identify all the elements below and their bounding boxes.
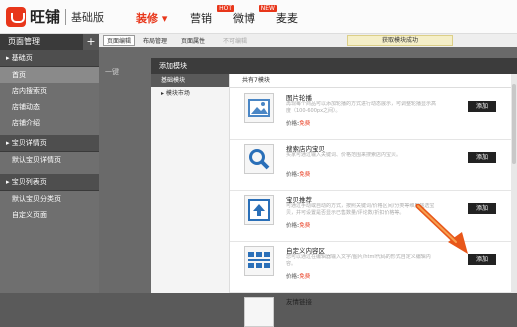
module-count: 共有7模块 <box>230 74 517 88</box>
top-bar: 旺铺 基础版 装修 ▾ 营销 HOT 微博 NEW 麦麦 <box>0 0 517 34</box>
module-name: 友情链接 <box>286 298 312 306</box>
grid-icon <box>244 246 274 276</box>
section-list[interactable]: ▸ 宝贝列表页 <box>0 174 99 191</box>
add-module-dialog: 添加模块 基础模块 ▸ 模块市场 共有7模块 图片轮播 再现每个商品可以添加轮播… <box>151 58 517 327</box>
new-badge: NEW <box>258 5 277 12</box>
tab-layout[interactable]: 布局管理 <box>143 36 167 45</box>
module-desc: 再现每个商品可以添加轮播的方式进行动态展示，可调整轮播显示高度（100-600p… <box>286 101 436 114</box>
add-button[interactable]: 添加 <box>468 254 496 265</box>
link-icon <box>244 297 274 327</box>
nav-weibo[interactable]: 微博 NEW <box>233 5 277 26</box>
brand-name: 旺铺 <box>30 8 61 26</box>
module-price: 价格:免费 <box>286 223 311 229</box>
section-basic[interactable]: ▸ 基础页 <box>0 50 99 67</box>
module-item: 宝贝推荐 可通过手动或自动的方式，按照关键词/价格区间/分类等维度挑选宝贝，并可… <box>230 191 517 242</box>
background-text: 一键 <box>105 68 119 76</box>
sidebar: 页面管理 + ▸ 基础页 首页 店内搜索页 店铺动态 店铺介绍 ▸ 宝贝详情页 默… <box>0 34 99 293</box>
sidebar-item-intro[interactable]: 店铺介绍 <box>0 115 99 131</box>
sidebar-item-custom-page[interactable]: 自定义页面 <box>0 207 99 223</box>
tab-readonly: 不可编辑 <box>223 38 248 45</box>
logo: 旺铺 基础版 <box>6 6 104 27</box>
upload-icon <box>244 195 274 225</box>
category-market[interactable]: ▸ 模块市场 <box>151 87 229 100</box>
dialog-sidebar: 基础模块 ▸ 模块市场 <box>151 74 230 293</box>
tab-props[interactable]: 页面属性 <box>181 36 205 45</box>
sidebar-item-default-detail[interactable]: 默认宝贝详情页 <box>0 152 99 168</box>
nav-marketing[interactable]: 营销 HOT <box>190 5 234 26</box>
module-list: 共有7模块 图片轮播 再现每个商品可以添加轮播的方式进行动态展示，可调整轮播显示… <box>230 74 517 327</box>
search-icon <box>244 144 274 174</box>
sidebar-item-search[interactable]: 店内搜索页 <box>0 83 99 99</box>
page-tabs: 页面编辑 布局管理 页面属性 不可编辑 <box>99 34 517 47</box>
add-page-button[interactable]: + <box>83 34 99 50</box>
logo-icon <box>6 6 26 27</box>
work-area: 页面编辑 布局管理 页面属性 不可编辑 获取模块成功 一键 添加模块 基础模块 … <box>99 34 517 327</box>
module-desc: 买家可通过输入关键词、价格范围来搜索店内宝贝。 <box>286 152 402 158</box>
sidebar-item-news[interactable]: 店铺动态 <box>0 99 99 115</box>
module-item: 自定义内容区 您可以通过在编辑器输入文字/图片/html代码的形式自定义编辑内容… <box>230 242 517 293</box>
nav-decorate[interactable]: 装修 ▾ <box>136 10 167 26</box>
module-desc: 您可以通过在编辑器输入文字/图片/html代码的形式自定义编辑内容。 <box>286 254 431 267</box>
module-item: 友情链接 <box>230 293 517 327</box>
hot-badge: HOT <box>217 5 234 12</box>
sidebar-item-default-category[interactable]: 默认宝贝分类页 <box>0 191 99 207</box>
sidebar-item-home[interactable]: 首页 <box>0 67 99 83</box>
scroll-thumb[interactable] <box>512 84 516 164</box>
image-icon <box>244 93 274 123</box>
category-basic[interactable]: 基础模块 <box>151 74 229 87</box>
module-price: 价格:免费 <box>286 121 311 127</box>
section-detail[interactable]: ▸ 宝贝详情页 <box>0 135 99 152</box>
module-price: 价格:免费 <box>286 172 311 178</box>
edition-label: 基础版 <box>71 10 105 24</box>
add-button[interactable]: 添加 <box>468 152 496 163</box>
module-desc: 可通过手动或自动的方式，按照关键词/价格区间/分类等维度挑选宝贝，并可设置是否显… <box>286 203 435 216</box>
module-price: 价格:免费 <box>286 274 311 280</box>
dialog-title: 添加模块 <box>151 58 517 74</box>
status-toast: 获取模块成功 <box>347 35 453 46</box>
nav-maimai[interactable]: 麦麦 <box>276 10 298 26</box>
scrollbar[interactable] <box>511 74 517 293</box>
add-button[interactable]: 添加 <box>468 101 496 112</box>
module-item: 搜索店内宝贝 买家可通过输入关键词、价格范围来搜索店内宝贝。 价格:免费 添加 <box>230 140 517 191</box>
sidebar-title: 页面管理 + <box>0 34 99 50</box>
add-button[interactable]: 添加 <box>468 203 496 214</box>
tab-edit[interactable]: 页面编辑 <box>103 35 136 46</box>
module-item: 图片轮播 再现每个商品可以添加轮播的方式进行动态展示，可调整轮播显示高度（100… <box>230 89 517 140</box>
